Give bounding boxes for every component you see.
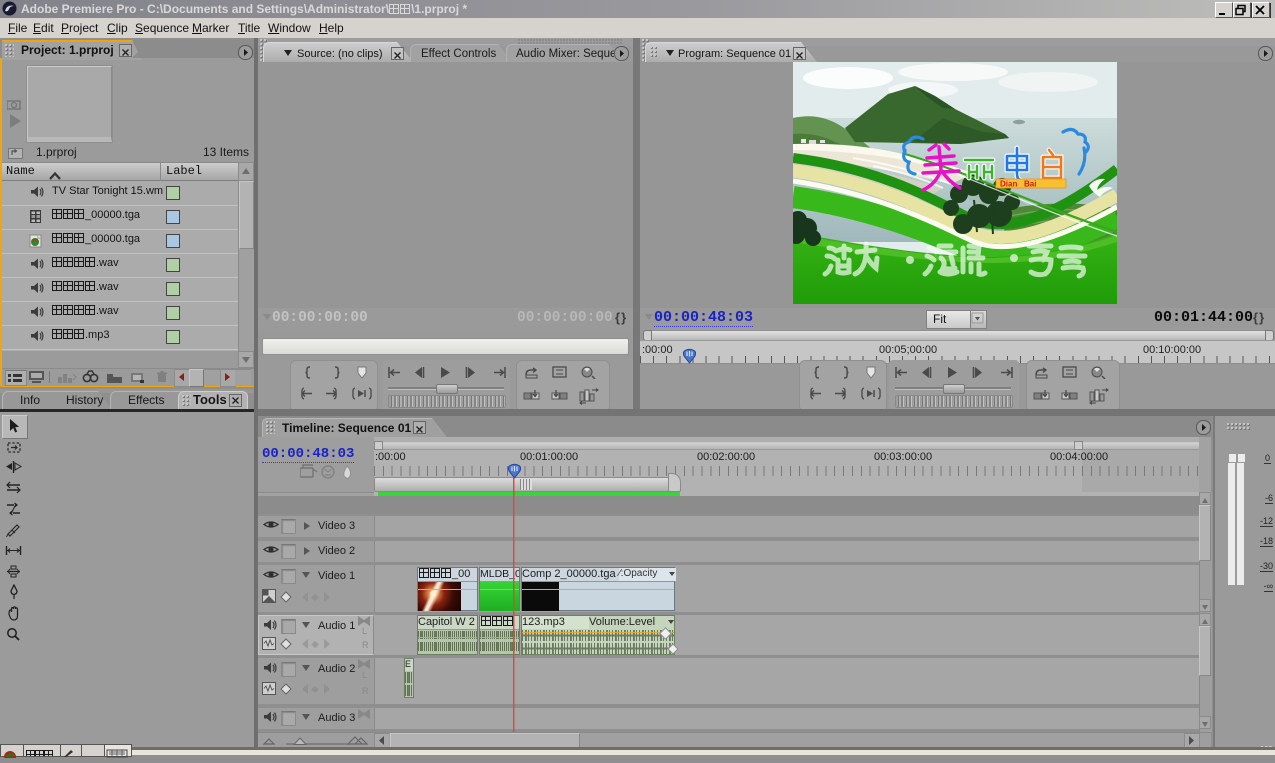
svg-text:Dian Bai: Dian Bai [1000,180,1036,189]
